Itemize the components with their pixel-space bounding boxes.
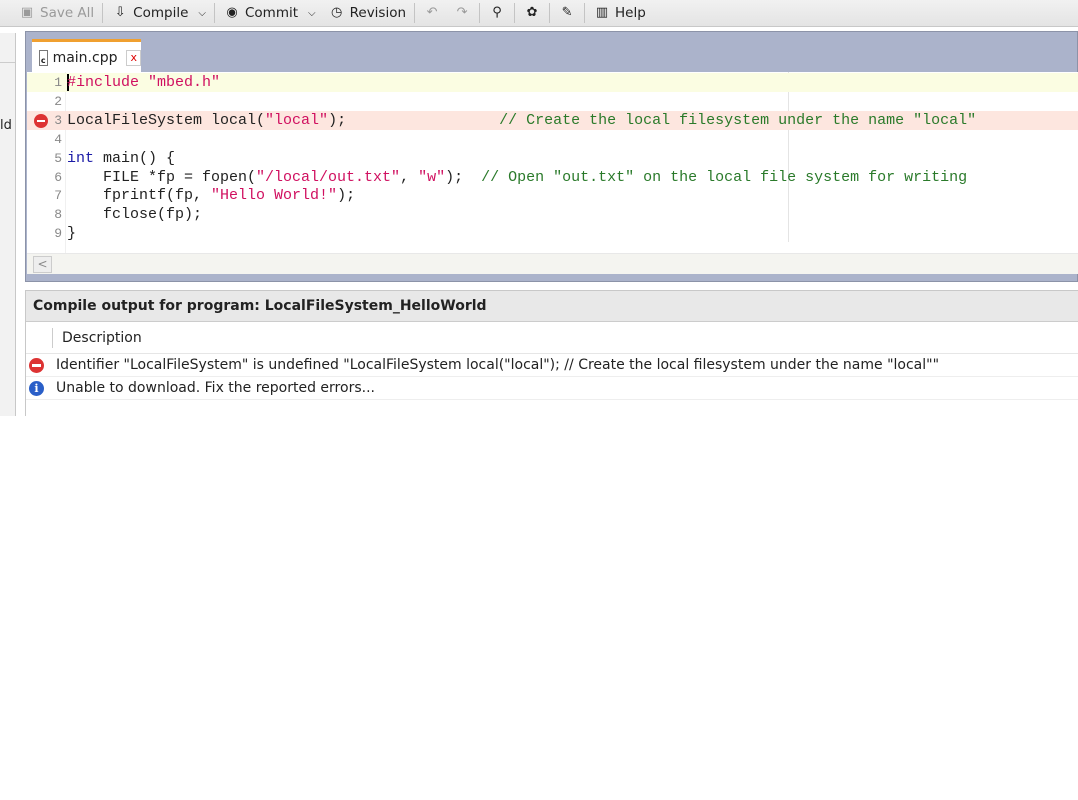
- error-icon: [29, 358, 44, 373]
- toolbar-separator: [213, 3, 215, 23]
- compile-output-panel: Compile output for program: LocalFileSys…: [25, 290, 1078, 416]
- line-number: 3: [54, 112, 62, 128]
- revision-icon: ◷: [330, 5, 343, 20]
- code-line[interactable]: 1 #include "mbed.h": [27, 73, 1078, 92]
- tab-main-cpp[interactable]: c main.cpp x: [32, 39, 141, 73]
- code-text: #include "mbed.h": [67, 73, 220, 92]
- undo-button[interactable]: ↶: [417, 5, 447, 21]
- code-token: "/local/out.txt": [256, 168, 401, 186]
- code-token: );: [445, 168, 482, 186]
- code-token: FILE *fp = fopen(: [67, 168, 257, 186]
- code-line[interactable]: 4: [27, 130, 1078, 149]
- commit-button[interactable]: ◉ Commit ⌵: [217, 5, 322, 21]
- line-number: 2: [54, 93, 62, 109]
- redo-icon: ↷: [456, 5, 468, 20]
- code-token: fprintf(fp,: [67, 187, 212, 205]
- code-line[interactable]: 8 fclose(fp);: [27, 205, 1078, 224]
- save-icon: ▣: [20, 5, 34, 20]
- code-token: "w": [418, 168, 446, 186]
- code-token: #include "mbed.h": [67, 74, 221, 91]
- output-message: Unable to download. Fix the reported err…: [56, 380, 375, 396]
- code-text: }: [67, 224, 76, 243]
- left-panel-header: [0, 33, 15, 63]
- toolbar-separator: [479, 3, 481, 23]
- code-text: fclose(fp);: [67, 205, 202, 224]
- chevron-down-icon[interactable]: ⌵: [198, 8, 206, 19]
- redo-button[interactable]: ↷: [447, 5, 477, 21]
- button-label: Save All: [40, 5, 95, 21]
- left-panel: ld: [0, 33, 16, 416]
- help-button[interactable]: ▥ Help: [587, 5, 652, 21]
- tab-label: main.cpp: [52, 49, 118, 66]
- line-number: 4: [54, 131, 62, 147]
- button-label: Help: [615, 5, 646, 21]
- toolbar-separator: [102, 3, 104, 23]
- code-line[interactable]: 3 LocalFileSystem local("local"); // Crea…: [27, 110, 1078, 130]
- package-icon: ✿: [526, 5, 538, 20]
- button-label: Compile: [133, 5, 189, 21]
- toolbar-separator: [414, 3, 416, 23]
- toolbar: ▣ Save All ⇩ Compile ⌵ ◉ Commit ⌵ ◷ Revision ↶ ↷ ⚲ ✿ ✎…: [0, 0, 1078, 27]
- toolbar-separator: [584, 3, 586, 23]
- horizontal-scrollbar[interactable]: <: [27, 253, 1078, 274]
- scroll-left-button[interactable]: <: [33, 256, 52, 273]
- code-token: "Hello World!": [211, 187, 338, 205]
- code-token: fclose(fp);: [67, 206, 203, 224]
- code-token: int: [67, 149, 95, 167]
- output-message: Identifier "LocalFileSystem" is undefine…: [56, 357, 940, 373]
- code-token: "local": [265, 111, 329, 129]
- toolbar-separator: [514, 3, 516, 23]
- help-book-icon: ▥: [595, 5, 609, 20]
- description-column: Description: [62, 330, 142, 346]
- binoculars-icon: ⚲: [492, 5, 502, 20]
- code-token: main() {: [94, 149, 176, 167]
- output-row[interactable]: Identifier "LocalFileSystem" is undefine…: [26, 354, 1078, 377]
- chevron-down-icon[interactable]: ⌵: [308, 8, 316, 19]
- revision-button[interactable]: ◷ Revision: [322, 5, 412, 21]
- line-number: 1: [54, 75, 62, 90]
- code-token: LocalFileSystem local(: [67, 111, 266, 129]
- undo-icon: ↶: [426, 5, 438, 20]
- code-line[interactable]: 6 FILE *fp = fopen("/local/out.txt", "w"…: [27, 168, 1078, 187]
- left-panel-text: ld: [0, 118, 12, 133]
- code-editor-panel: c main.cpp x 1 #include "mbed.h" 2 3 LocalFi…: [25, 31, 1078, 282]
- line-number: 8: [54, 207, 62, 223]
- output-title: Compile output for program: LocalFileSys…: [26, 291, 1078, 322]
- binoculars-button[interactable]: ⚲: [482, 5, 512, 21]
- button-label: Revision: [349, 5, 407, 21]
- code-line[interactable]: 5 int main() {: [27, 149, 1078, 168]
- code-line[interactable]: 9}: [27, 224, 1078, 243]
- code-token: // Open "out.txt" on the local file syst…: [481, 168, 968, 186]
- magic-wand-button[interactable]: ✎: [552, 5, 582, 21]
- code-text: fprintf(fp, "Hello World!");: [67, 186, 355, 205]
- output-column-header[interactable]: Description: [26, 322, 1078, 354]
- code-token: );: [337, 187, 356, 205]
- line-number: 6: [54, 169, 62, 185]
- code-text: int main() {: [67, 149, 175, 168]
- compile-button[interactable]: ⇩ Compile ⌵: [105, 5, 212, 21]
- code-token: ,: [400, 168, 419, 186]
- code-token: );: [328, 111, 500, 129]
- code-area[interactable]: 1 #include "mbed.h" 2 3 LocalFileSystem loca…: [27, 72, 1078, 253]
- compile-icon: ⇩: [114, 5, 126, 20]
- save-all-button[interactable]: ▣ Save All: [12, 5, 100, 21]
- output-row[interactable]: i Unable to download. Fix the reported er…: [26, 377, 1078, 400]
- cpp-file-icon: c: [39, 49, 48, 66]
- code-token: // Create the local filesystem under the…: [499, 111, 977, 129]
- toolbar-separator: [549, 3, 551, 23]
- magic-wand-icon: ✎: [561, 5, 573, 20]
- line-number: 5: [54, 150, 62, 166]
- code-token: }: [67, 225, 77, 243]
- line-number: 7: [54, 188, 62, 204]
- code-line[interactable]: 2: [27, 92, 1078, 111]
- code-line[interactable]: 7 fprintf(fp, "Hello World!");: [27, 186, 1078, 205]
- commit-icon: ◉: [226, 5, 238, 20]
- line-number: 9: [54, 226, 62, 242]
- close-tab-button[interactable]: x: [126, 49, 141, 66]
- button-label: Commit: [244, 5, 299, 21]
- info-icon: i: [29, 381, 44, 396]
- code-text: LocalFileSystem local("local"); // Creat…: [67, 111, 976, 130]
- package-button[interactable]: ✿: [517, 5, 547, 21]
- code-text: FILE *fp = fopen("/local/out.txt", "w");…: [67, 168, 967, 187]
